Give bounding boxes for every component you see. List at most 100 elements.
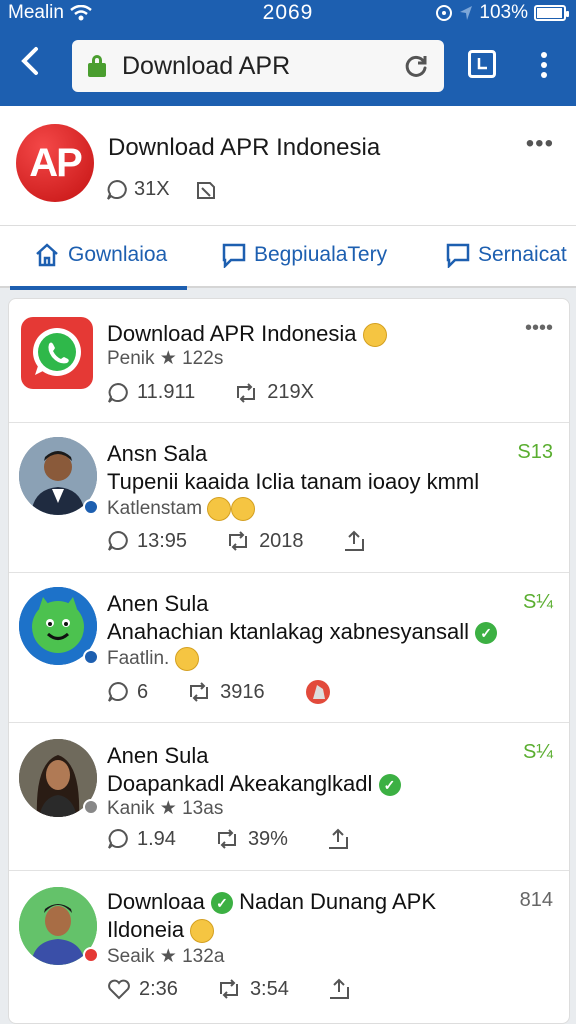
like-button[interactable]: 2:36 bbox=[107, 978, 178, 1001]
post-more-button[interactable]: •••• bbox=[525, 317, 553, 340]
post-corner-value: 814 bbox=[519, 889, 553, 911]
share-icon bbox=[344, 530, 364, 551]
post-author-name: Download APR Indonesia bbox=[107, 321, 357, 346]
heart-icon bbox=[108, 979, 130, 1000]
repost-count: 219X bbox=[267, 381, 314, 403]
post-text: Doapankadl Akeakanglkadl ✓ bbox=[107, 771, 401, 797]
page-share[interactable] bbox=[194, 179, 218, 201]
share-icon bbox=[329, 978, 349, 999]
post-author-name: Downloaa bbox=[107, 889, 205, 914]
post-actions: 2:36 3:54 bbox=[107, 977, 351, 1001]
post-author-rest: Nadan Dunang APK bbox=[239, 889, 437, 914]
comment-button[interactable]: 13:95 bbox=[107, 530, 187, 553]
page-more-button[interactable]: ••• bbox=[526, 130, 554, 158]
comment-button[interactable]: 1.94 bbox=[107, 828, 176, 851]
share-icon bbox=[328, 828, 348, 849]
url-text: Download APR bbox=[122, 51, 291, 80]
post-subtitle: Faatlin. bbox=[107, 647, 199, 671]
list-item[interactable]: Ansn Sala Tupenii kaaida Iclia tanam ioa… bbox=[9, 423, 569, 573]
battery-icon bbox=[534, 5, 569, 21]
page-comments-count: 31X bbox=[134, 178, 170, 200]
emoji-icon bbox=[362, 323, 387, 348]
repost-button[interactable]: 39% bbox=[214, 828, 288, 851]
post-author: Anen Sula bbox=[107, 591, 209, 616]
list-item[interactable]: Downloaa ✓ Nadan Dunang APK Ildoneia Sea… bbox=[9, 871, 569, 1023]
post-actions: 11.911 219X bbox=[107, 381, 314, 404]
list-item[interactable]: Anen Sula Doapankadl Akeakanglkadl ✓ Kan… bbox=[9, 723, 569, 871]
repost-button[interactable]: 219X bbox=[233, 381, 314, 404]
share-button[interactable] bbox=[326, 827, 350, 851]
address-bar[interactable]: Download APR bbox=[72, 40, 444, 92]
reload-button[interactable] bbox=[394, 44, 438, 88]
page-header: AP Download APR Indonesia ••• 31X bbox=[0, 106, 576, 226]
repost-count: 2018 bbox=[259, 529, 304, 552]
whatsapp-logo-icon bbox=[21, 317, 93, 389]
post-author: Anen Sula bbox=[107, 743, 209, 768]
chevron-left-icon bbox=[21, 47, 38, 75]
post-subtitle: Penik ★ 122s bbox=[107, 348, 224, 369]
list-item[interactable]: Download APR Indonesia Penik ★ 122s ••••… bbox=[9, 299, 569, 423]
comment-icon bbox=[108, 828, 128, 849]
comment-icon bbox=[108, 382, 128, 403]
post-subtitle: Katlenstam bbox=[107, 497, 256, 521]
emoji-icon bbox=[174, 647, 199, 671]
repost-icon bbox=[217, 829, 236, 849]
page-comments[interactable]: 31X bbox=[106, 178, 170, 201]
repost-icon bbox=[237, 382, 256, 403]
emoji-icon bbox=[190, 919, 215, 944]
post-subtitle-text: Katlenstam bbox=[107, 498, 203, 520]
post-actions: 1.94 39% bbox=[107, 827, 350, 851]
verified-badge bbox=[83, 499, 99, 515]
status-bar: Mealin 2069 103% bbox=[0, 0, 576, 26]
post-actions: 6 3916 bbox=[107, 679, 333, 705]
post-text-content: Anahachian ktanlakag xabnesyansall bbox=[107, 619, 470, 644]
content-tabs: Gownlaioa BegpiualaTery Sernaicat bbox=[0, 226, 576, 290]
lock-icon bbox=[88, 55, 106, 77]
check-icon: ✓ bbox=[210, 892, 233, 915]
chat-icon bbox=[446, 243, 470, 268]
comment-icon bbox=[107, 179, 127, 200]
comment-count: 11.911 bbox=[137, 381, 196, 403]
emoji-icon bbox=[231, 497, 256, 521]
post-author: Downloaa ✓ Nadan Dunang APK bbox=[107, 889, 436, 915]
chat-icon bbox=[222, 243, 246, 268]
tab-label: Sernaicat bbox=[478, 243, 567, 266]
location-icon bbox=[460, 6, 473, 20]
page-title: Download APR Indonesia bbox=[108, 134, 381, 161]
repost-count: 3916 bbox=[220, 680, 265, 703]
tab-category[interactable]: BegpiualaTery bbox=[222, 242, 387, 268]
post-text-content: Ildoneia bbox=[107, 917, 185, 942]
comment-button[interactable]: 6 bbox=[107, 681, 148, 704]
post-text-content: Doapankadl Akeakanglkadl bbox=[107, 771, 373, 796]
post-author: Download APR Indonesia bbox=[107, 321, 387, 348]
tab-download[interactable]: Gownlaioa bbox=[9, 242, 188, 290]
comment-button[interactable]: 11.911 bbox=[107, 381, 195, 404]
repost-icon bbox=[219, 979, 238, 999]
overflow-menu-button[interactable] bbox=[532, 48, 556, 82]
share-button[interactable] bbox=[327, 977, 351, 1001]
post-text: Ildoneia bbox=[107, 917, 215, 944]
home-icon bbox=[36, 243, 58, 267]
back-button[interactable] bbox=[18, 46, 48, 82]
status-badge bbox=[83, 947, 99, 963]
repost-button[interactable]: 2018 bbox=[225, 530, 304, 553]
status-right: 103% bbox=[435, 2, 569, 24]
repost-count: 3:54 bbox=[249, 977, 289, 1000]
share-button[interactable] bbox=[342, 529, 366, 553]
repost-button[interactable]: 3916 bbox=[186, 681, 265, 704]
post-subtitle: Kanik ★ 13as bbox=[107, 798, 224, 819]
share-icon bbox=[196, 181, 215, 199]
app-logo: AP bbox=[16, 124, 94, 202]
tab-services[interactable]: Sernaicat bbox=[446, 242, 567, 268]
repost-button[interactable]: 3:54 bbox=[216, 978, 289, 1001]
page-meta: 31X bbox=[106, 178, 218, 201]
like-count: 2:36 bbox=[139, 977, 178, 1000]
post-feed: Download APR Indonesia Penik ★ 122s ••••… bbox=[8, 298, 570, 1024]
check-icon: ✓ bbox=[378, 774, 401, 797]
tab-switcher-button[interactable] bbox=[468, 50, 496, 78]
list-item[interactable]: Anen Sula Anahachian ktanlakag xabnesyan… bbox=[9, 573, 569, 723]
reaction-button[interactable] bbox=[303, 679, 333, 705]
battery-fill bbox=[537, 8, 562, 18]
post-subtitle: Seaik ★ 132a bbox=[107, 946, 225, 967]
tab-label: BegpiualaTery bbox=[254, 243, 388, 266]
